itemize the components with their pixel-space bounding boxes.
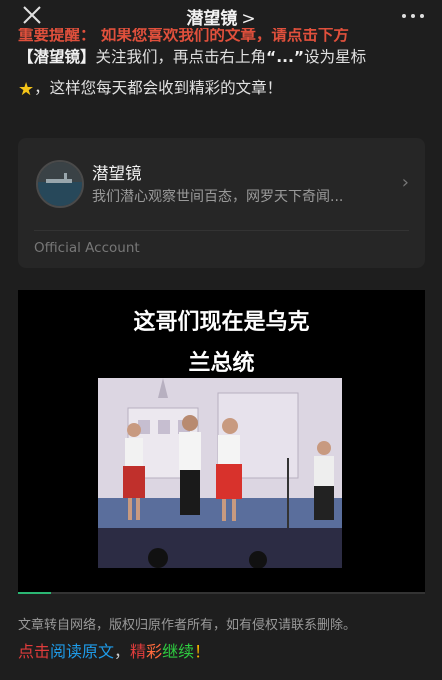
bracket-name: 【潜望镜】	[18, 48, 96, 66]
stage-scene-image	[98, 378, 342, 568]
video-caption-line-2: 兰总统	[188, 351, 255, 376]
read-original-link[interactable]: 阅读原文	[50, 642, 114, 661]
video-player[interactable]: 这哥们现在是乌克 兰总统	[18, 290, 425, 594]
intro-line2-end: 设为星标	[304, 48, 367, 66]
video-caption-line-1: 这哥们现在是乌克	[133, 310, 310, 335]
more-icon-dot	[411, 14, 415, 18]
intro-partial-line: 重要提醒： 如果您喜欢我们的文章，请点击下方	[18, 28, 424, 42]
read-more-line: 点击阅读原文，精彩继续！	[18, 638, 210, 662]
intro-line2-text: 关注我们，再点击右上角	[95, 48, 267, 66]
cta-text-3: 彩	[146, 642, 163, 661]
intro-dots: “...”	[266, 48, 305, 66]
chevron-right-icon: ›	[401, 172, 409, 193]
cta-text-5: ！	[194, 642, 211, 661]
official-account-label: Official Account	[34, 240, 140, 256]
video-progress-bar[interactable]	[18, 592, 425, 594]
avatar	[36, 160, 84, 208]
more-icon-dot	[420, 14, 424, 18]
intro-line-2: 【潜望镜】关注我们，再点击右上角“...”设为星标	[18, 42, 424, 73]
cta-comma: ，	[114, 642, 131, 661]
intro-line-3: ★，这样您每天都会收到精彩的文章！	[18, 73, 424, 105]
more-icon	[402, 14, 406, 18]
cta-text-4: 继续	[162, 642, 195, 661]
divider	[34, 230, 409, 231]
more-button[interactable]	[400, 6, 426, 26]
account-card[interactable]: 潜望镜 我们潜心观察世间百态，网罗天下奇闻... › Official Acco…	[18, 138, 425, 268]
cta-text-1: 点击	[18, 642, 51, 661]
account-description: 我们潜心观察世间百态，网罗天下奇闻...	[92, 189, 344, 205]
copyright-note: 文章转自网络，版权归原作者所有，如有侵权请联系删除。	[18, 618, 357, 633]
video-frame	[98, 378, 342, 568]
star-icon: ★	[18, 79, 35, 100]
intro-line3-text: ，这样您每天都会收到精彩的文章！	[34, 79, 283, 97]
avatar-image	[38, 162, 82, 206]
intro-text: 重要提醒： 如果您喜欢我们的文章，请点击下方 【潜望镜】关注我们，再点击右上角“…	[18, 26, 424, 105]
account-name: 潜望镜	[92, 164, 142, 183]
cta-text-2: 精	[130, 642, 147, 661]
intro-partial-text: 重要提醒： 如果您喜欢我们的文章，请点击下方	[18, 28, 349, 42]
video-progress-fill	[18, 592, 51, 594]
